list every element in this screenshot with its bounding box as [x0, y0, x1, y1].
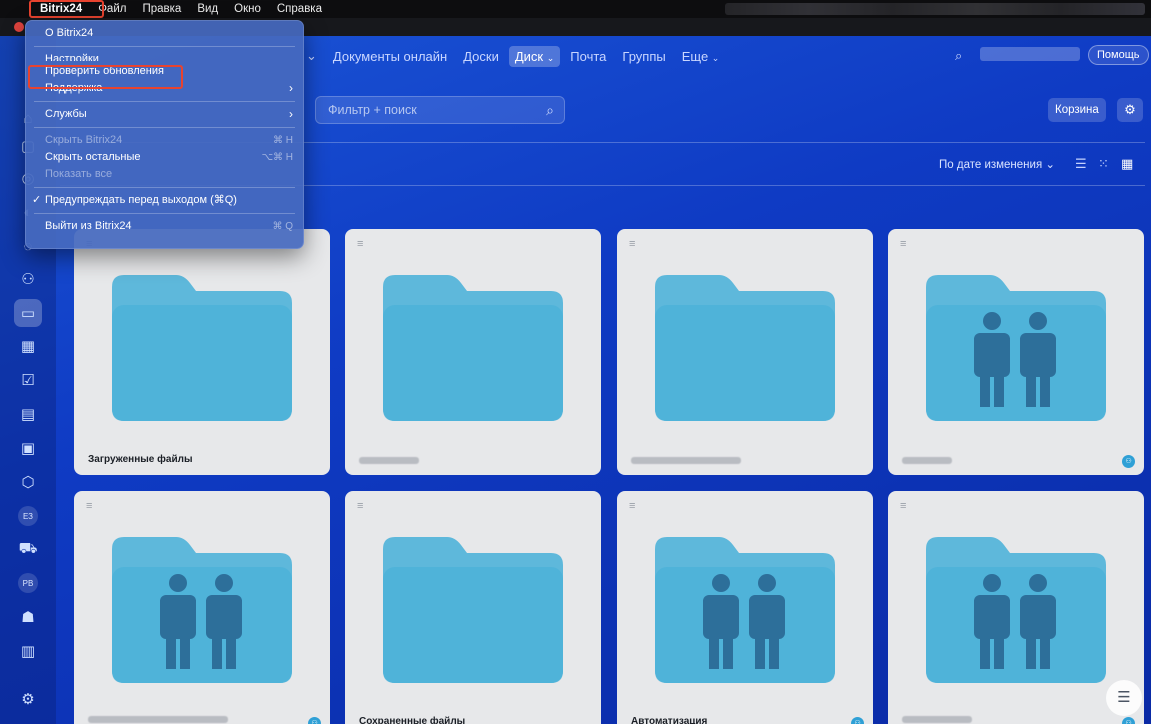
menu-quit[interactable]: Выйти из Bitrix24 ⌘ Q	[26, 218, 303, 235]
folder-icon	[655, 275, 835, 421]
chevron-right-icon: ›	[289, 107, 293, 121]
folder-tile[interactable]: ≡	[345, 229, 601, 475]
folder-title-blurred	[902, 457, 952, 464]
settings-gear-icon[interactable]: ⚙	[14, 685, 42, 713]
search-icon[interactable]: ⌕	[546, 102, 554, 119]
nav-mail[interactable]: Почта	[564, 46, 612, 67]
tile-menu-icon[interactable]: ≡	[357, 238, 363, 250]
chevron-right-icon: ›	[289, 81, 293, 95]
tile-menu-icon[interactable]: ≡	[900, 238, 906, 250]
folder-tile[interactable]: ≡	[617, 229, 873, 475]
folder-title: Сохраненные файлы	[359, 716, 466, 724]
sidebar-badge-1[interactable]: ЕЗ	[14, 502, 42, 530]
trash-button[interactable]: Корзина	[1048, 98, 1106, 122]
folder-tile[interactable]: ≡Загруженные файлы	[74, 229, 330, 475]
menu-about[interactable]: О Bitrix24	[26, 25, 303, 42]
sidebar-badge-2[interactable]: РВ	[14, 569, 42, 597]
calendar-icon[interactable]: ▦	[14, 332, 42, 360]
menubar-window[interactable]: Окно	[226, 0, 269, 18]
tile-menu-icon[interactable]: ≡	[86, 500, 92, 512]
folder-icon	[383, 537, 563, 683]
menubar-status-icons	[725, 3, 1145, 15]
menu-show-all: Показать все	[45, 168, 113, 180]
menu-separator	[34, 46, 295, 47]
app-dropdown-menu: О Bitrix24 Настройки Проверить обновлени…	[25, 20, 304, 249]
menu-warn-before-quit[interactable]: ✓ Предупреждать перед выходом (⌘Q)	[26, 192, 303, 209]
tile-menu-icon[interactable]: ≡	[629, 238, 635, 250]
menu-support[interactable]: Поддержка ›	[26, 80, 303, 97]
bot-icon[interactable]: ☗	[14, 603, 42, 631]
drive-icon[interactable]: ▭	[14, 299, 42, 327]
folder-title-blurred	[88, 716, 228, 723]
menu-separator	[34, 187, 295, 188]
shared-badge-icon: ⚇	[308, 717, 321, 724]
menu-check-updates[interactable]: Проверить обновления	[26, 63, 303, 80]
menu-separator	[34, 213, 295, 214]
shared-folder-icon	[926, 537, 1106, 683]
tile-menu-icon[interactable]: ≡	[357, 500, 363, 512]
nav-drive[interactable]: Диск ⌄	[508, 45, 561, 67]
folder-icon	[383, 275, 563, 421]
macos-menubar: Bitrix24 Файл Правка Вид Окно Справка	[0, 0, 1151, 18]
tile-menu-icon[interactable]: ≡	[629, 500, 635, 512]
folder-tile[interactable]: ≡ Автоматизация ⚇	[617, 491, 873, 724]
shop-cart-icon[interactable]: ⛟	[14, 535, 42, 563]
nav-groups[interactable]: Группы	[616, 46, 671, 67]
folder-tile[interactable]: ≡ ⚇	[888, 229, 1144, 475]
menu-separator	[34, 127, 295, 128]
top-navigation: ⌄ Документы онлайн Доски Диск ⌄ Почта Гр…	[300, 44, 725, 68]
contacts-icon[interactable]: ⚇	[14, 265, 42, 293]
checkmark-icon: ✓	[32, 194, 42, 206]
menu-separator	[34, 101, 295, 102]
folder-tile[interactable]: ≡ ⚇	[74, 491, 330, 724]
folder-tile[interactable]: ≡ ⚇	[888, 491, 1144, 724]
crm-icon[interactable]: ▤	[14, 400, 42, 428]
help-button[interactable]: Помощь	[1088, 45, 1149, 65]
folder-icon	[112, 275, 292, 421]
small-grid-view-icon[interactable]: ⁙	[1098, 156, 1109, 172]
folder-title: Загруженные файлы	[88, 454, 193, 465]
search-icon[interactable]: ⌕	[955, 48, 962, 64]
filter-search-input[interactable]	[316, 97, 536, 123]
shared-folder-icon	[655, 537, 835, 683]
folder-title-blurred	[631, 457, 741, 464]
shared-badge-icon: ⚇	[851, 717, 864, 724]
menubar-edit[interactable]: Правка	[134, 0, 189, 18]
large-grid-view-icon[interactable]: ▦	[1121, 156, 1133, 172]
shared-badge-icon: ⚇	[1122, 717, 1135, 724]
shared-badge-icon: ⚇	[1122, 455, 1135, 468]
folder-tile[interactable]: ≡ Сохраненные файлы	[345, 491, 601, 724]
list-view-icon[interactable]: ☰	[1075, 156, 1087, 172]
nav-more[interactable]: Еще ⌄	[676, 46, 726, 67]
sort-dropdown[interactable]: По дате изменения ⌄	[939, 157, 1055, 171]
tile-menu-icon[interactable]: ≡	[900, 500, 906, 512]
folder-title: Автоматизация	[631, 716, 708, 724]
portal-name-blurred[interactable]	[980, 47, 1080, 61]
settings-gear-icon[interactable]: ⚙	[1117, 98, 1143, 122]
nav-docs-online[interactable]: Документы онлайн	[327, 46, 453, 67]
shared-folder-icon	[112, 537, 292, 683]
filter-search-box[interactable]: ⌕	[315, 96, 565, 124]
inventory-icon[interactable]: ▥	[14, 637, 42, 665]
menubar-app-name[interactable]: Bitrix24	[32, 0, 90, 18]
chevron-down-icon: ⌄	[711, 52, 720, 63]
menu-hide-others[interactable]: Скрыть остальные ⌥⌘ H	[26, 149, 303, 166]
sites-icon[interactable]: ▣	[14, 434, 42, 462]
tasks-icon[interactable]: ☑	[14, 366, 42, 394]
menubar-view[interactable]: Вид	[189, 0, 226, 18]
folder-title-blurred	[902, 716, 972, 723]
chevron-down-icon: ⌄	[1045, 159, 1056, 171]
close-window-icon[interactable]	[14, 22, 24, 32]
shared-folder-icon	[926, 275, 1106, 421]
menu-settings[interactable]: Настройки	[26, 51, 303, 61]
menubar-help[interactable]: Справка	[269, 0, 330, 18]
folder-title-blurred	[359, 457, 419, 464]
list-menu-icon[interactable]: ☰	[1106, 680, 1142, 716]
menu-hide-app: Скрыть Bitrix24 ⌘ H	[45, 134, 293, 146]
chevron-down-icon: ⌄	[546, 52, 555, 63]
menu-services[interactable]: Службы ›	[26, 106, 303, 123]
automation-icon[interactable]: ⬡	[14, 468, 42, 496]
nav-boards[interactable]: Доски	[457, 46, 505, 67]
menubar-file[interactable]: Файл	[90, 0, 134, 18]
